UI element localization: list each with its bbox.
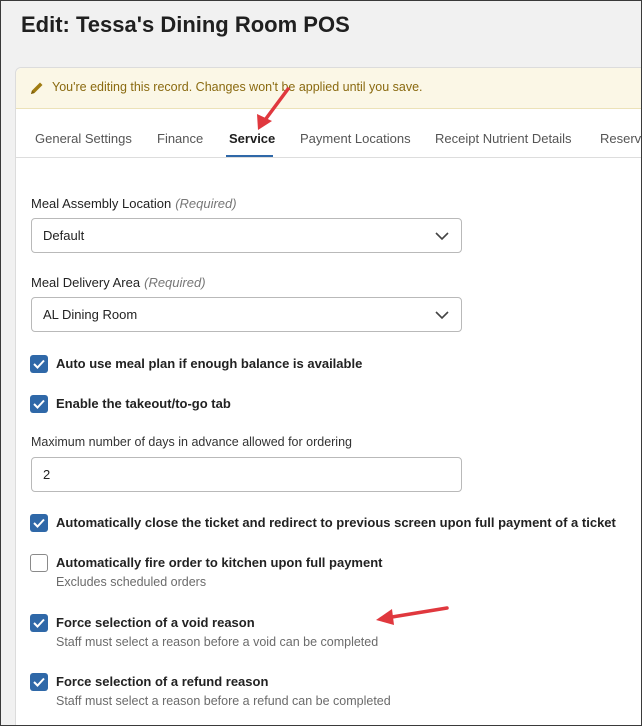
- void-reason-checkbox[interactable]: [30, 614, 48, 632]
- checkmark-icon: [33, 618, 45, 628]
- advance-days-value: 2: [43, 467, 51, 482]
- refund-reason-label: Force selection of a refund reason: [56, 674, 269, 689]
- assembly-location-select[interactable]: Default: [31, 218, 462, 253]
- chevron-down-icon: [435, 232, 449, 241]
- annotation-arrow-icon: [257, 87, 290, 130]
- edit-notice-banner: You're editing this record. Changes won'…: [16, 68, 642, 109]
- annotation-arrow-icon: [376, 606, 449, 625]
- assembly-location-value: Default: [43, 228, 85, 243]
- void-reason-label: Force selection of a void reason: [56, 615, 255, 630]
- tab-finance[interactable]: Finance: [157, 131, 203, 146]
- delivery-area-select[interactable]: AL Dining Room: [31, 297, 462, 332]
- assembly-location-label: Meal Assembly Location (Required): [31, 196, 237, 211]
- page-title: Edit: Tessa's Dining Room POS: [21, 12, 350, 37]
- auto-meal-plan-checkbox[interactable]: [30, 355, 48, 373]
- active-tab-indicator: [226, 155, 273, 157]
- refund-reason-help: Staff must select a reason before a refu…: [56, 694, 391, 708]
- refund-reason-checkbox[interactable]: [30, 673, 48, 691]
- edit-notice-text: You're editing this record. Changes won'…: [52, 80, 423, 94]
- chevron-down-icon: [435, 311, 449, 320]
- delivery-area-label: Meal Delivery Area (Required): [31, 275, 206, 290]
- checkmark-icon: [33, 399, 45, 409]
- tab-reservations[interactable]: Reserv: [600, 131, 641, 146]
- checkmark-icon: [33, 677, 45, 687]
- auto-fire-order-help: Excludes scheduled orders: [56, 575, 207, 589]
- tab-general-settings[interactable]: General Settings: [35, 131, 132, 146]
- void-reason-help: Staff must select a reason before a void…: [56, 635, 379, 649]
- auto-fire-order-checkbox[interactable]: [30, 554, 48, 572]
- pencil-icon: [31, 82, 43, 94]
- takeout-tab-checkbox[interactable]: [30, 395, 48, 413]
- auto-close-ticket-label: Automatically close the ticket and redir…: [56, 515, 616, 530]
- tab-bar: General Settings Finance Service Payment…: [16, 110, 642, 158]
- checkmark-icon: [33, 518, 45, 528]
- checkmark-icon: [33, 359, 45, 369]
- delivery-area-value: AL Dining Room: [43, 307, 138, 322]
- auto-close-ticket-checkbox[interactable]: [30, 514, 48, 532]
- tab-receipt-nutrient-details[interactable]: Receipt Nutrient Details: [435, 131, 572, 146]
- advance-days-label: Maximum number of days in advance allowe…: [31, 435, 352, 449]
- takeout-tab-label: Enable the takeout/to-go tab: [56, 396, 231, 411]
- advance-days-input[interactable]: 2: [31, 457, 462, 492]
- tab-payment-locations[interactable]: Payment Locations: [300, 131, 411, 146]
- auto-fire-order-label: Automatically fire order to kitchen upon…: [56, 555, 383, 570]
- auto-meal-plan-label: Auto use meal plan if enough balance is …: [56, 356, 363, 371]
